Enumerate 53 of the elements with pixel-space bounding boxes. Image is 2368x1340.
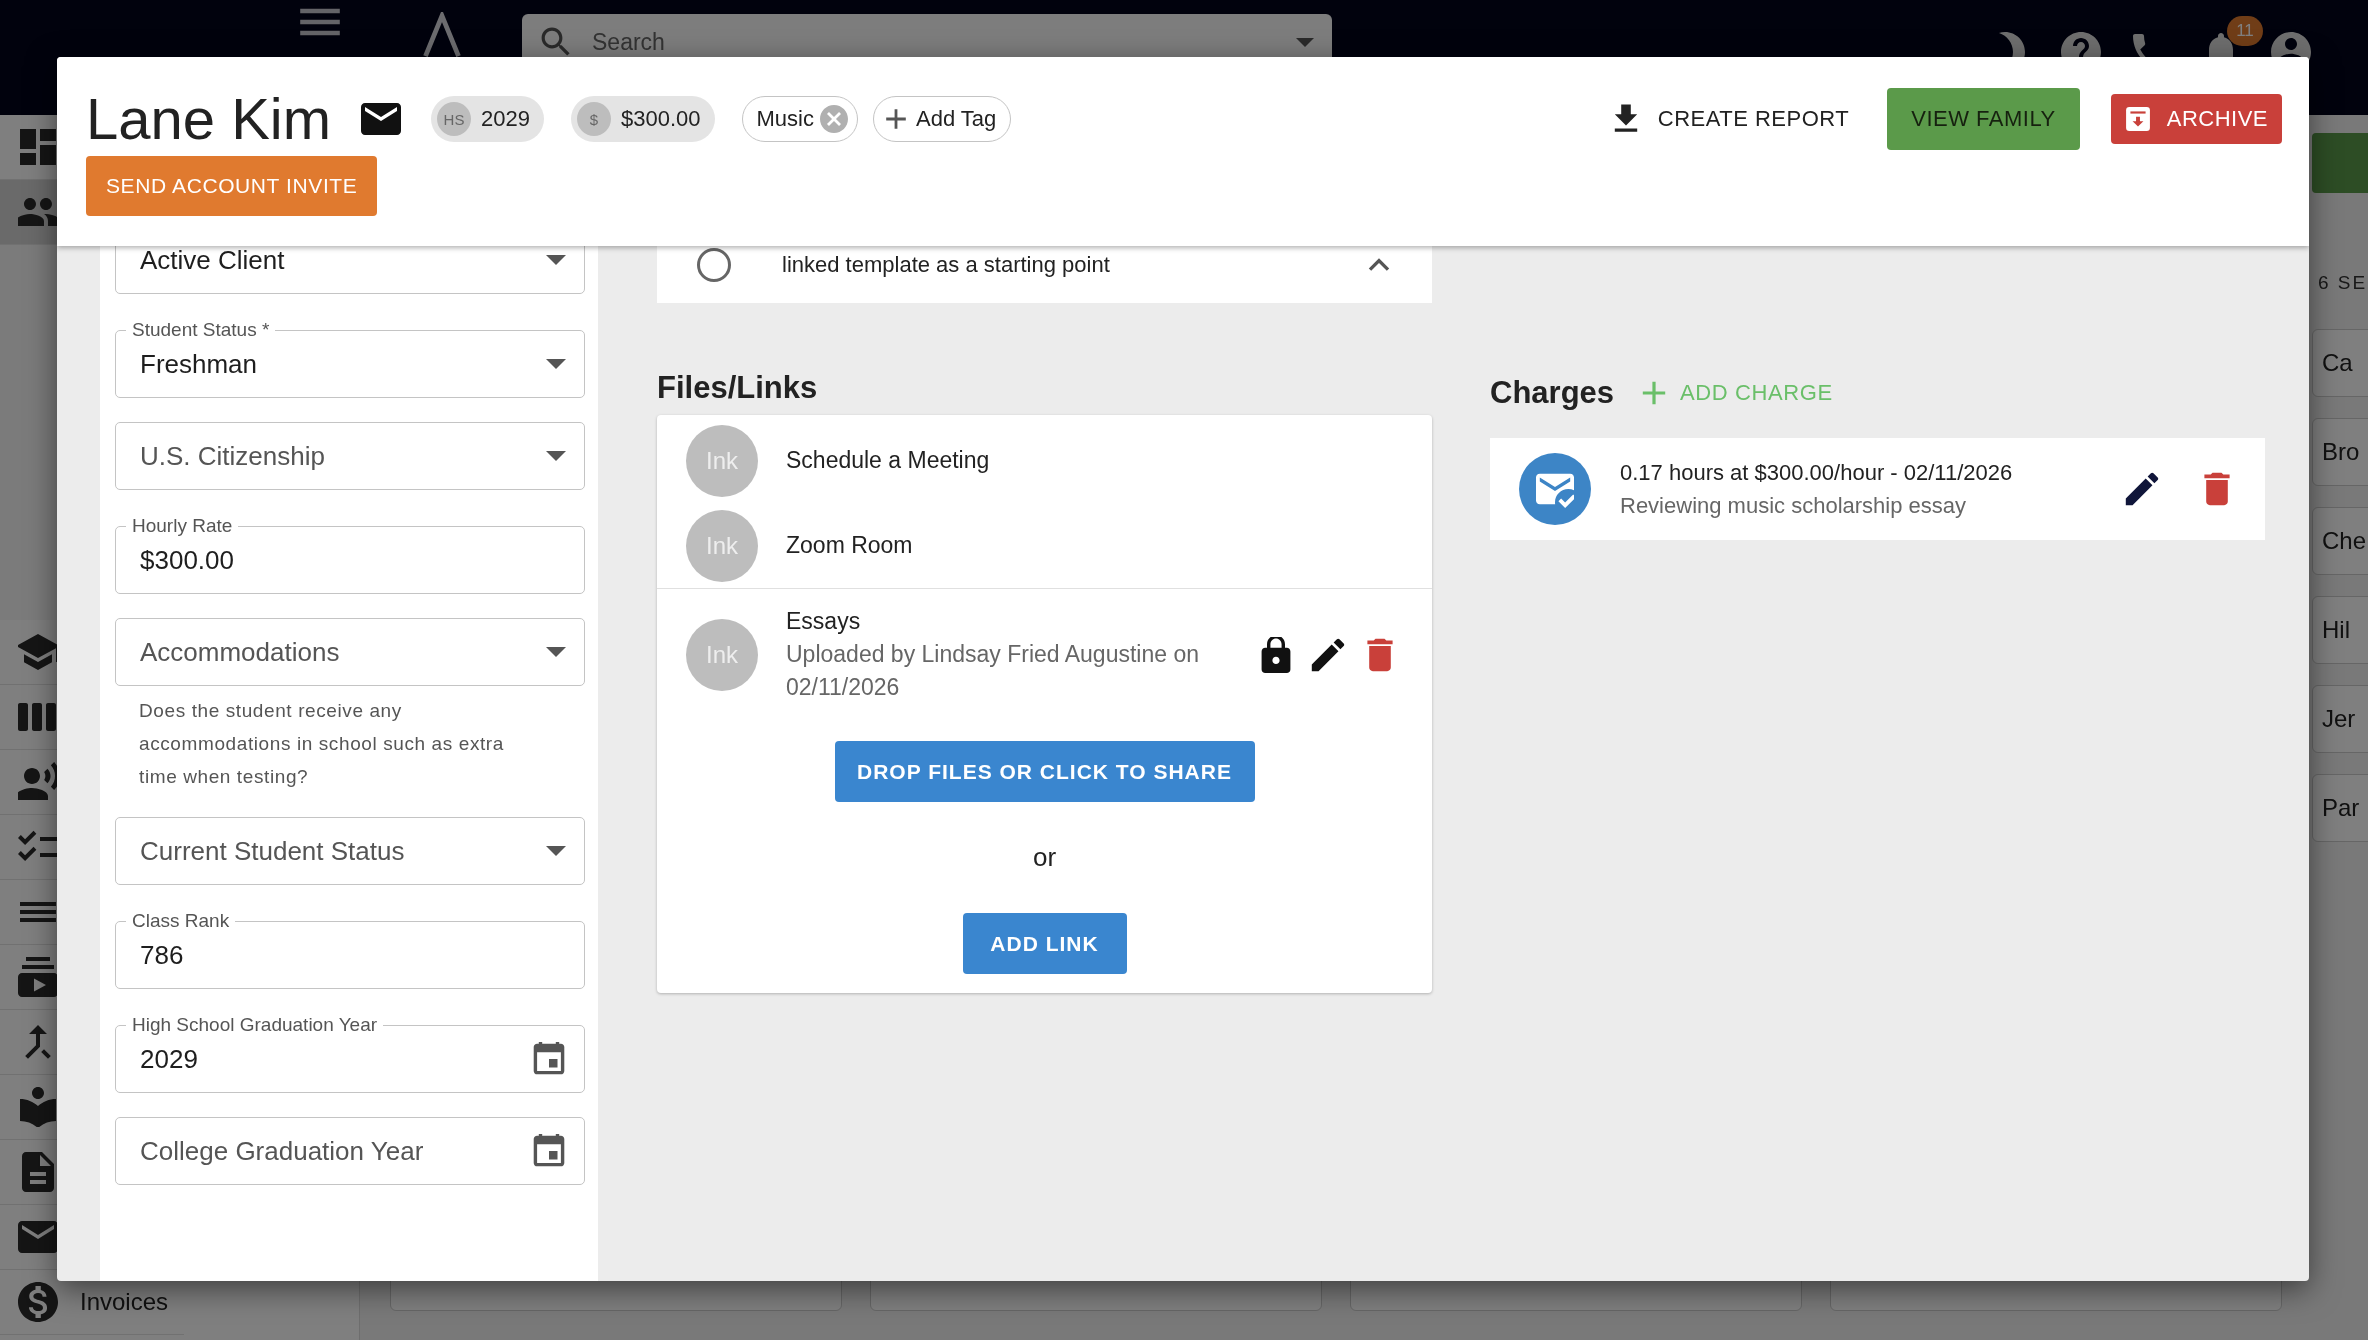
reader-icon xyxy=(18,1087,58,1127)
edit-icon[interactable] xyxy=(1310,636,1346,673)
chip-label: $300.00 xyxy=(621,106,701,132)
file-meta: Uploaded by Lindsay Fried Augustine on 02/11/2026 xyxy=(786,640,1200,702)
charge-description: Reviewing music scholarship essay xyxy=(1620,492,1968,520)
caret-icon xyxy=(546,451,566,461)
calendar-icon[interactable] xyxy=(532,1134,566,1168)
notification-badge: 11 xyxy=(2227,16,2263,46)
tag-chip[interactable]: Music xyxy=(741,96,858,142)
add-link-button[interactable]: ADD LINK xyxy=(962,913,1127,974)
caret-icon xyxy=(546,846,566,856)
date-field[interactable]: College Graduation Year xyxy=(115,1117,585,1185)
caret-icon xyxy=(546,647,566,657)
caret-icon xyxy=(1296,37,1314,47)
caret-icon xyxy=(546,359,566,369)
section-header: 6 SE xyxy=(2317,271,2368,295)
list-card[interactable]: Bro xyxy=(2312,418,2368,486)
person-voice-icon xyxy=(18,762,58,802)
helper-text: Does the student receive any accommodations in school such as extra time when testing? xyxy=(138,699,505,789)
list-card[interactable]: Che xyxy=(2312,507,2368,575)
chip-avatar: HS xyxy=(437,102,472,136)
list-card[interactable]: Par xyxy=(2312,774,2368,842)
file-name[interactable]: Essays xyxy=(786,605,1230,638)
list-card[interactable]: Hil xyxy=(2312,596,2368,664)
calendar-icon[interactable] xyxy=(532,1042,566,1076)
graduation-cap-icon xyxy=(18,632,58,672)
caret-icon xyxy=(546,255,566,265)
section-title: Files/Links xyxy=(657,369,819,407)
list-card[interactable]: Jer xyxy=(2312,685,2368,753)
dropdown-field[interactable]: Accommodations xyxy=(115,618,585,686)
upload-button[interactable]: DROP FILES OR CLICK TO SHARE xyxy=(834,741,1255,802)
view-family-button[interactable]: VIEW FAMILY xyxy=(1887,88,2080,150)
dropdown-field[interactable]: Current Student Status xyxy=(115,817,585,885)
or-text: or xyxy=(1032,841,1057,874)
option-text: linked template as a starting point xyxy=(782,251,1110,278)
chip-avatar: $ xyxy=(577,102,611,136)
archive-button[interactable]: ARCHIVE xyxy=(2110,94,2282,144)
dropdown-field[interactable]: U.S. Citizenship xyxy=(115,422,585,490)
radio-button[interactable] xyxy=(697,247,731,282)
chip-label: 2029 xyxy=(481,106,530,132)
student-name: Lane Kim xyxy=(86,85,332,153)
section-title: Charges xyxy=(1490,374,1615,412)
create-report-button[interactable]: CREATE REPORT xyxy=(1609,103,1850,135)
search-icon xyxy=(540,26,572,58)
charge-title: 0.17 hours at $300.00/hour - 02/11/2026 xyxy=(1620,459,2013,487)
dropdown-field[interactable]: Active Client xyxy=(115,246,585,294)
list-card[interactable]: Ca xyxy=(2312,329,2368,397)
video-icon xyxy=(18,957,58,997)
edit-icon[interactable] xyxy=(2124,471,2160,507)
dashboard-icon xyxy=(18,127,58,167)
add-tag-button[interactable]: Add Tag xyxy=(872,96,1012,142)
archive-box-icon xyxy=(2124,106,2151,132)
dollar-icon xyxy=(18,1282,58,1322)
